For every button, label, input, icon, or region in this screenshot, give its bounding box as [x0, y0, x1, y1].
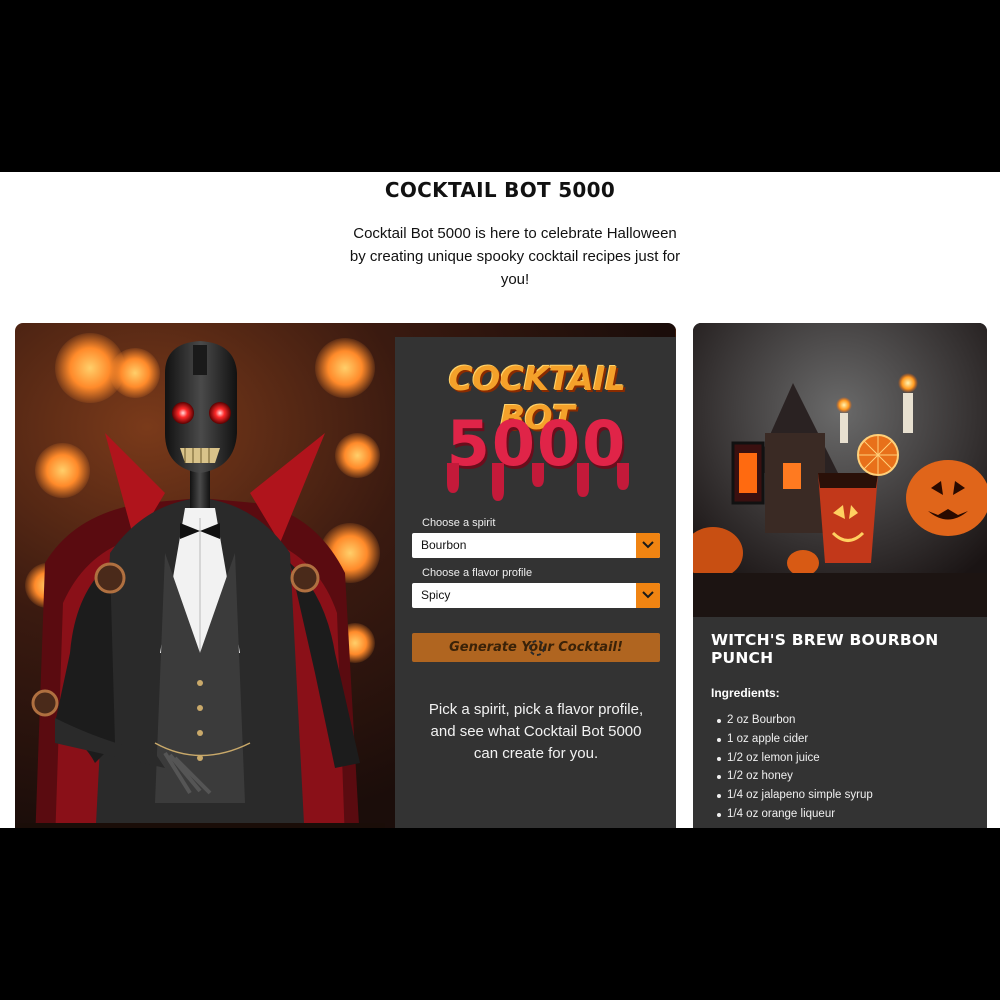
- flavor-select[interactable]: Spicy: [412, 583, 660, 608]
- cocktail-bot-logo: COCKTAIL BOT 5000: [417, 355, 657, 501]
- spirit-select-value: Bourbon: [421, 538, 467, 552]
- page: COCKTAIL BOT 5000 Cocktail Bot 5000 is h…: [0, 172, 1000, 828]
- spirit-select[interactable]: Bourbon: [412, 533, 660, 558]
- ingredients-heading: Ingredients:: [711, 686, 780, 700]
- flavor-select-value: Spicy: [421, 588, 451, 602]
- cocktail-form-panel: COCKTAIL BOT 5000 Choose a spirit Bourbo…: [395, 337, 676, 828]
- letterbox-top: [0, 0, 1000, 172]
- page-title: COCKTAIL BOT 5000: [384, 178, 616, 202]
- chevron-down-icon[interactable]: [636, 583, 660, 608]
- list-item: 1 oz apple cider: [717, 730, 873, 749]
- list-item: 2 oz Bourbon: [717, 711, 873, 730]
- recipe-card: WITCH'S BREW BOURBON PUNCH Ingredients: …: [693, 323, 987, 828]
- list-item: 1/4 oz orange liqueur: [717, 805, 873, 824]
- list-item: 1/2 oz honey: [717, 767, 873, 786]
- busy-cursor-icon: [529, 640, 545, 656]
- logo-drips: [447, 463, 629, 501]
- main-card: COCKTAIL BOT 5000 Choose a spirit Bourbo…: [15, 323, 676, 828]
- recipe-title: WITCH'S BREW BOURBON PUNCH: [711, 631, 939, 667]
- chevron-down-icon[interactable]: [636, 533, 660, 558]
- robot-vampire-image: [15, 323, 385, 828]
- list-item: 1/2 oz lemon juice: [717, 749, 873, 768]
- flavor-label: Choose a flavor profile: [422, 567, 533, 579]
- list-item: 1/4 oz jalapeno simple syrup: [717, 786, 873, 805]
- intro-text: Cocktail Bot 5000 is here to celebrate H…: [349, 225, 681, 288]
- panel-hint-text: Pick a spirit, pick a flavor profile, an…: [428, 701, 644, 762]
- spirit-label: Choose a spirit: [422, 517, 496, 529]
- letterbox-bottom: [0, 828, 1000, 1000]
- ingredient-list: 2 oz Bourbon 1 oz apple cider 1/2 oz lem…: [717, 711, 873, 824]
- cocktail-image: [693, 323, 987, 617]
